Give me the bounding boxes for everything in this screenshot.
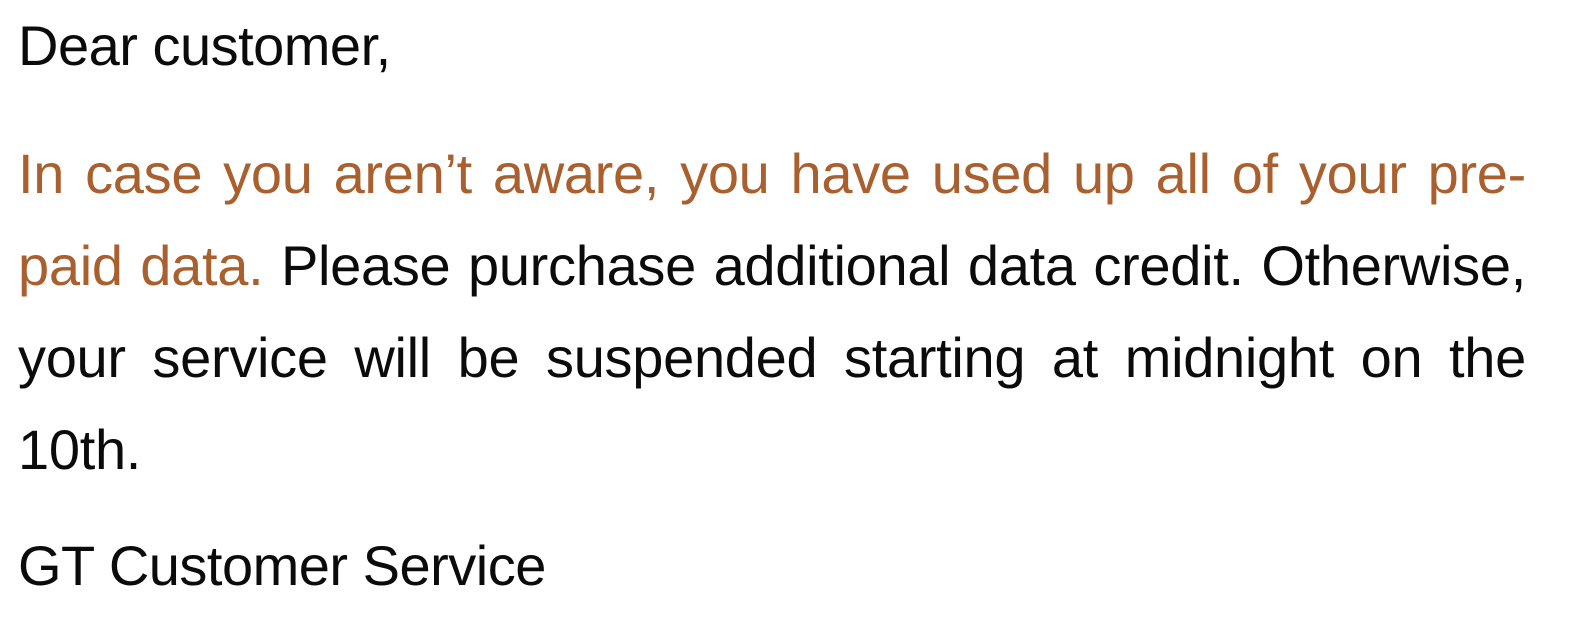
greeting: Dear customer, [18, 14, 391, 77]
signature: GT Customer Service [18, 534, 546, 597]
message-body: In case you aren’t aware, you have used … [18, 128, 1526, 496]
sms-message: Dear customer, In case you aren’t aware,… [18, 0, 1526, 640]
